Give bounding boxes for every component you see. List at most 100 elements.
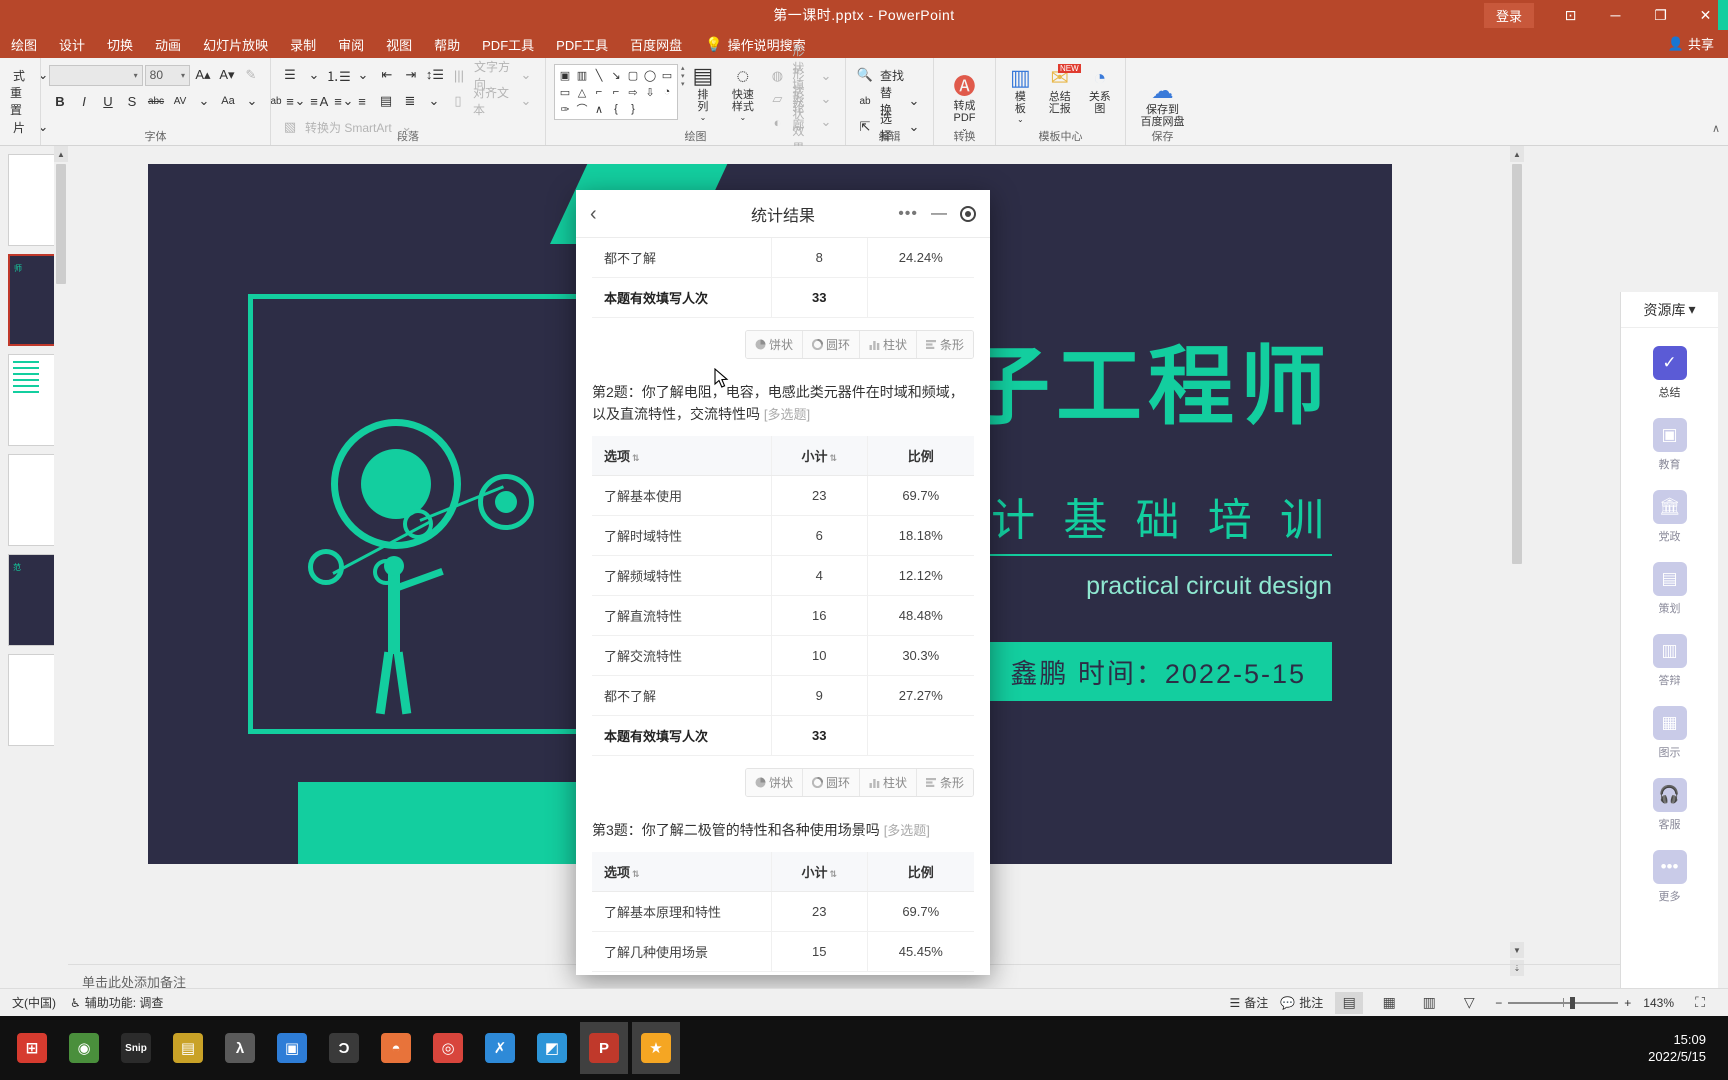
table-row[interactable]: 了解基本原理和特性 23 69.7% [592, 891, 974, 932]
column-header-option[interactable]: 选项 ⇅ [592, 852, 772, 892]
reset-button[interactable]: 重置 [8, 86, 32, 117]
curve-shape-icon[interactable]: ∧ [591, 101, 607, 117]
zoom-level-label[interactable]: 143% [1643, 996, 1674, 1010]
tab-animations[interactable]: 动画 [144, 31, 192, 58]
align-text-button[interactable]: 对齐文本 [471, 86, 513, 117]
column-header-option[interactable]: 选项 ⇅ [592, 436, 772, 476]
chrome-icon[interactable]: ◉ [60, 1022, 108, 1074]
template-button[interactable]: ▥ 模板 ⌄ [1004, 66, 1037, 125]
chart-button-donut[interactable]: 圆环 [802, 769, 860, 796]
table-row[interactable]: 都不了解 9 27.27% [592, 675, 974, 716]
chrome-browser-icon[interactable]: ◎ [424, 1022, 472, 1074]
slide-author-badge[interactable]: 鑫鹏 时间：2022-5-15 [984, 642, 1332, 701]
tab-help[interactable]: 帮助 [423, 31, 471, 58]
chevron-down-icon[interactable]: ⌄ [423, 90, 445, 112]
search-icon[interactable]: 🔍 [854, 64, 876, 86]
tool-icon[interactable]: Ɔ [320, 1022, 368, 1074]
zoom-track[interactable] [1508, 996, 1619, 1009]
strikethrough-button[interactable]: abc [145, 90, 167, 112]
accessibility-status[interactable]: ♿ 辅助功能: 调查 [70, 994, 163, 1011]
quick-styles-button[interactable]: ◌ 快速样式 ⌄ [721, 64, 764, 123]
font-name-input[interactable]: ▾ [49, 64, 143, 86]
column-header-subtotal[interactable]: 小计 ⇅ [771, 852, 868, 892]
chevron-down-icon[interactable]: ⌄ [815, 88, 837, 110]
scroll-up-icon[interactable]: ▲ [54, 146, 68, 162]
pie-shape-icon[interactable]: ◔ [659, 84, 675, 100]
table-row[interactable]: 了解交流特性 10 30.3% [592, 635, 974, 676]
decrease-indent-icon[interactable]: ⇤ [376, 64, 398, 86]
chevron-down-icon[interactable]: ⌄ [352, 64, 374, 86]
elbow-shape-icon[interactable]: ⌐ [591, 84, 607, 100]
editor-icon[interactable]: ▣ [268, 1022, 316, 1074]
chart-button-column[interactable]: 柱状 [859, 769, 917, 796]
tab-review[interactable]: 审阅 [327, 31, 375, 58]
tab-design[interactable]: 设计 [48, 31, 96, 58]
chevron-down-icon[interactable]: ⌄ [303, 64, 325, 86]
increase-indent-icon[interactable]: ⇥ [400, 64, 422, 86]
tell-me-search[interactable]: 💡 操作说明搜索 [693, 35, 805, 54]
justify-icon[interactable]: ≡ [351, 90, 373, 112]
change-case-button[interactable]: Aa [217, 90, 239, 112]
scroll-up-icon[interactable]: ▲ [1510, 146, 1524, 162]
align-center-icon[interactable]: ≡ [303, 90, 325, 112]
comments-button[interactable]: 💬 批注 [1280, 994, 1323, 1011]
scroll-thumb[interactable] [1512, 164, 1522, 564]
line-spacing-icon[interactable]: ↕☰ [424, 64, 446, 86]
replace-icon[interactable]: ab [854, 90, 876, 112]
collapse-ribbon-icon[interactable]: ∧ [1712, 122, 1720, 135]
tab-baidu-netdisk[interactable]: 百度网盘 [619, 31, 693, 58]
slide-english-subtitle[interactable]: practical circuit design [1086, 572, 1332, 601]
table-row[interactable]: 了解基本使用 23 69.7% [592, 475, 974, 516]
resource-item-more[interactable]: ••• 更多 [1621, 850, 1718, 904]
taskbar-clock[interactable]: 15:09 2022/5/15 [1648, 1031, 1728, 1065]
font-size-input[interactable]: 80 ▾ [144, 64, 190, 86]
line-shape-icon[interactable]: ╲ [591, 67, 607, 83]
right-arrow-shape-icon[interactable]: ⇨ [625, 84, 641, 100]
down-arrow-shape-icon[interactable]: ⇩ [642, 84, 658, 100]
right-brace-shape-icon[interactable]: } [625, 101, 641, 117]
back-chevron-icon[interactable]: ‹ [590, 204, 597, 224]
resource-item-government[interactable]: 🏛 党政 [1621, 490, 1718, 544]
chevron-down-icon[interactable]: ⌄ [241, 90, 263, 112]
freeform-shape-icon[interactable]: ✑ [557, 101, 573, 117]
zoom-out-button[interactable]: − [1495, 996, 1502, 1010]
tab-draw[interactable]: 绘图 [0, 31, 48, 58]
left-brace-shape-icon[interactable]: { [608, 101, 624, 117]
summary-report-button[interactable]: NEW ✉ 总结汇报 [1039, 64, 1081, 115]
arrange-button[interactable]: ▤ 排列 ⌄ [687, 64, 720, 123]
slide-title[interactable]: 子工程师 [964, 344, 1332, 430]
restore-icon[interactable]: ❐ [1638, 0, 1683, 30]
chevron-down-icon[interactable]: ⌄ [515, 64, 537, 86]
italic-button[interactable]: I [73, 90, 95, 112]
resource-item-planning[interactable]: ▤ 策划 [1621, 562, 1718, 616]
find-button[interactable]: 查找 [878, 64, 906, 86]
bold-button[interactable]: B [49, 90, 71, 112]
resource-item-summary[interactable]: ✓ 总结 [1621, 346, 1718, 400]
survey-results-window[interactable]: ‹ 统计结果 ••• — 都不了解 8 24.24% 本题有效填写人次 33 饼… [576, 190, 990, 975]
share-button[interactable]: 👤 共享 [1668, 34, 1714, 53]
zoom-knob[interactable] [1570, 996, 1576, 1009]
save-to-baidu-button[interactable]: ☁ 保存到 百度网盘 [1134, 79, 1191, 129]
tab-pdf-tools-1[interactable]: PDF工具 [471, 31, 545, 58]
resource-item-diagram[interactable]: ▦ 图示 [1621, 706, 1718, 760]
survey-app-icon[interactable]: ★ [632, 1022, 680, 1074]
clear-formatting-icon[interactable]: ✎ [240, 64, 262, 86]
scroll-thumb[interactable] [56, 164, 66, 284]
chart-button-pie[interactable]: 饼状 [745, 769, 803, 796]
elbow2-shape-icon[interactable]: ⌐ [608, 84, 624, 100]
more-shapes-icon[interactable]: ▾ [681, 80, 685, 88]
column-header-subtotal[interactable]: 小计 ⇅ [771, 436, 868, 476]
bullets-icon[interactable]: ☰ [279, 64, 301, 86]
rounded-rect-shape-icon[interactable]: ▭ [659, 67, 675, 83]
notes-button[interactable]: ☰ 备注 [1230, 994, 1269, 1011]
triangle-shape-icon[interactable]: △ [574, 84, 590, 100]
character-spacing-button[interactable]: AV [169, 90, 191, 112]
table-row[interactable]: 了解时域特性 6 18.18% [592, 515, 974, 556]
chart-button-pie[interactable]: 饼状 [745, 331, 803, 358]
firefox-icon[interactable]: ◓ [372, 1022, 420, 1074]
underline-button[interactable]: U [97, 90, 119, 112]
numbering-icon[interactable]: ⒈☰ [326, 64, 351, 86]
rectangle-shape-icon[interactable]: ▢ [625, 67, 641, 83]
text-direction-icon[interactable]: ||| [448, 64, 470, 86]
align-left-icon[interactable]: ≡ [279, 90, 301, 112]
